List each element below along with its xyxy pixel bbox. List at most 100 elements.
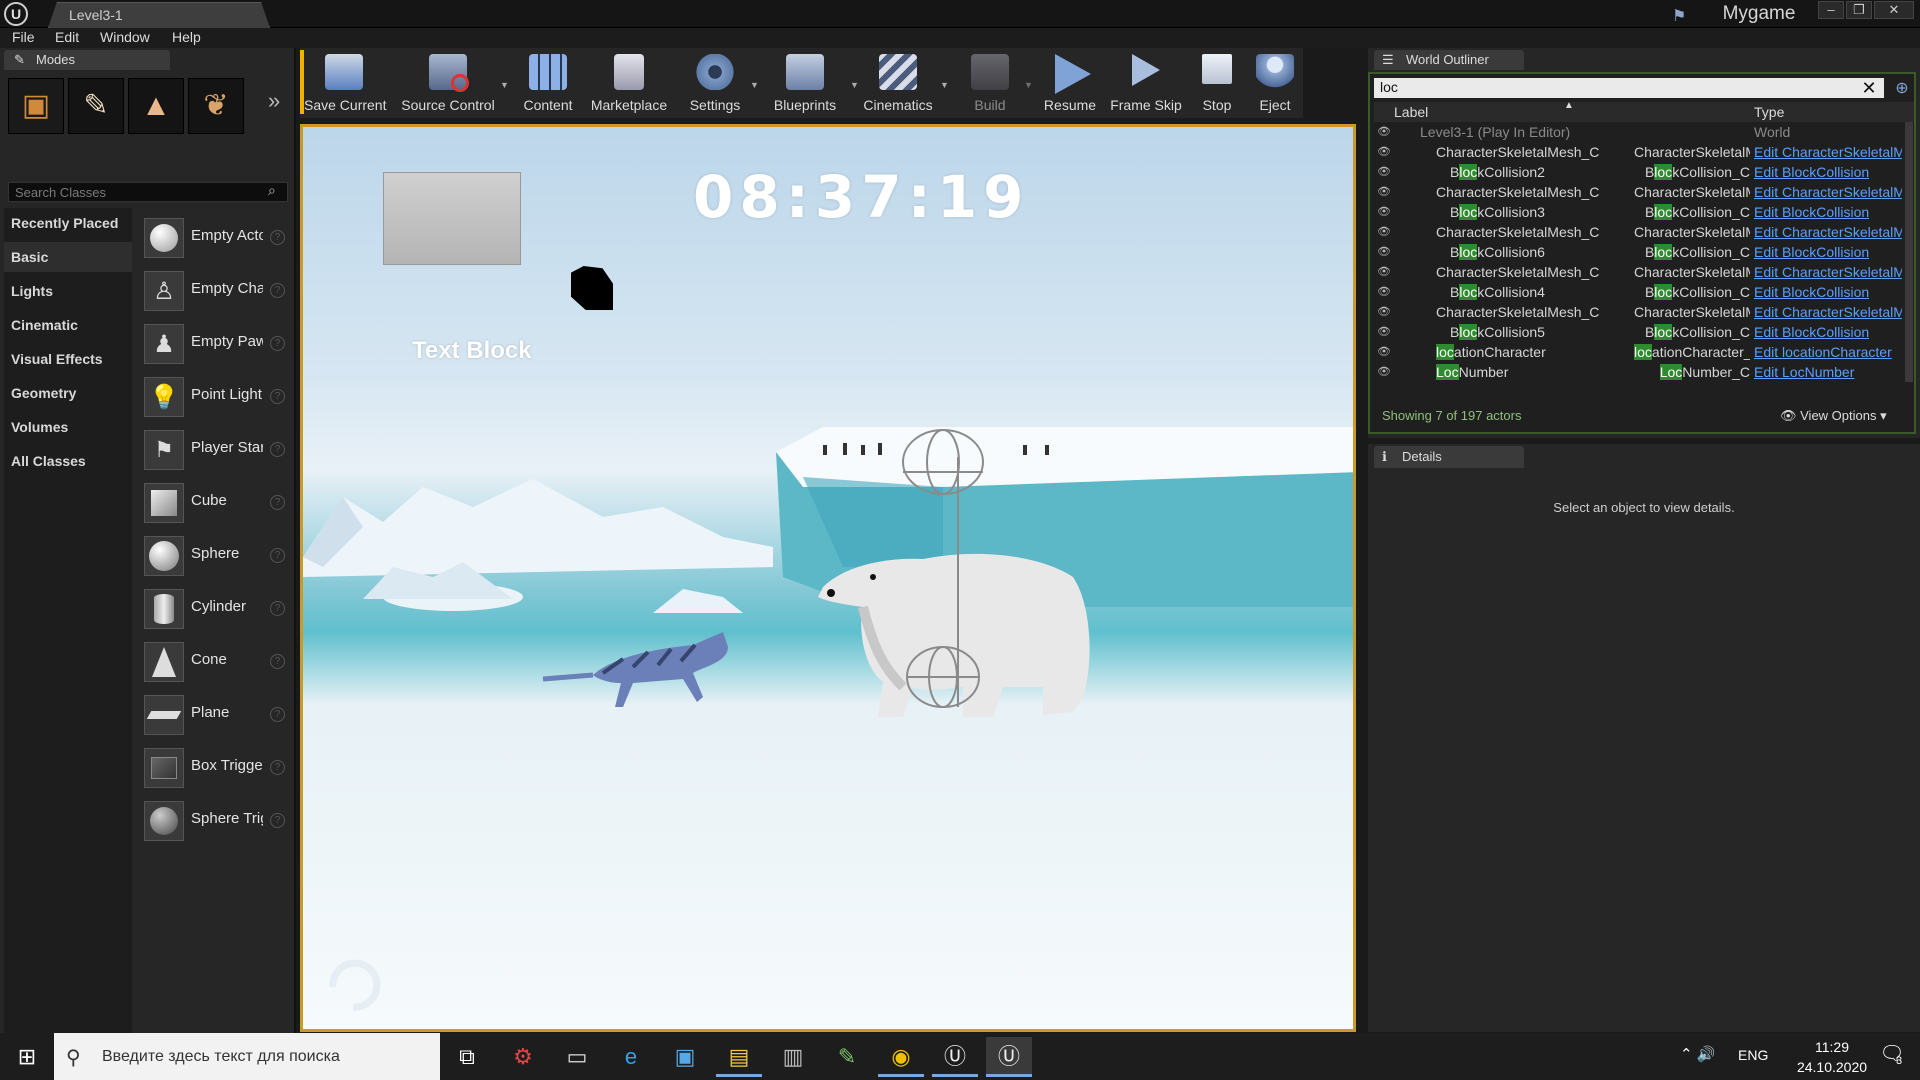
task-view-icon[interactable]: ⧉ [444,1037,490,1077]
menu-file[interactable]: File [12,29,35,45]
class-item[interactable]: 💡 Point Light? [136,373,292,425]
edit-link[interactable]: Edit CharacterSkeletalMesh [1754,184,1902,200]
system-tray[interactable]: ⌃ 🔊 [1680,1045,1715,1063]
eject-button[interactable]: Eject [1250,48,1300,118]
edit-link[interactable]: Edit BlockCollision [1754,284,1902,300]
class-item[interactable]: Cone? [136,638,292,690]
visibility-eye-icon[interactable]: 👁 [1377,245,1393,258]
visibility-eye-icon[interactable]: 👁 [1377,325,1393,338]
terminal-icon[interactable]: ▭ [554,1037,600,1077]
place-mode-button[interactable]: ▣ [8,78,64,134]
frame-skip-button[interactable]: Frame Skip [1108,48,1184,118]
foliage-mode-button[interactable]: ❦ [188,78,244,134]
category-lights[interactable]: Lights [4,276,132,306]
edit-link[interactable]: Edit CharacterSkeletalMesh [1754,224,1902,240]
help-icon[interactable]: ? [270,495,285,510]
mail-app-icon[interactable]: ▣ [662,1037,708,1077]
content-button[interactable]: Content [518,48,578,118]
save-current-button[interactable]: Save Current [304,48,386,118]
table-row[interactable]: 👁 BlockCollision3 BlockCollision_C Edit Blo… [1374,202,1914,222]
world-outliner-tab[interactable]: ☰ World Outliner [1374,50,1524,70]
table-row[interactable]: 👁 CharacterSkeletalMesh_C CharacterSkeleta… [1374,222,1914,242]
view-options-button[interactable]: 👁 View Options ▾ [1780,408,1887,424]
maximize-button[interactable]: ❐ [1846,1,1872,19]
visibility-eye-icon[interactable]: 👁 [1377,225,1393,238]
menu-edit[interactable]: Edit [55,29,79,45]
visibility-eye-icon[interactable]: 👁 [1377,185,1393,198]
help-icon[interactable]: ? [270,230,285,245]
chevron-up-icon[interactable]: ⌃ [1680,1046,1693,1063]
sort-ascending-icon[interactable]: ▲ [1564,100,1574,111]
help-icon[interactable]: ? [270,654,285,669]
chevron-down-icon[interactable]: ▼ [500,80,509,90]
table-row[interactable]: 👁 CharacterSkeletalMesh_C CharacterSkeleta… [1374,262,1914,282]
help-icon[interactable]: ? [270,336,285,351]
chevron-down-icon[interactable]: ▼ [940,80,949,90]
class-item[interactable]: Sphere? [136,532,292,584]
visibility-eye-icon[interactable]: 👁 [1377,305,1393,318]
class-item[interactable]: Box Trigger? [136,744,292,796]
stop-button[interactable]: Stop [1192,48,1242,118]
edit-link[interactable]: Edit LocNumber [1754,364,1902,380]
image-editor-icon[interactable]: ✎ [824,1037,870,1077]
edit-link[interactable]: Edit CharacterSkeletalMesh [1754,144,1902,160]
chevron-down-icon[interactable]: ▼ [1024,80,1033,90]
edit-link[interactable]: Edit CharacterSkeletalMesh [1754,264,1902,280]
chevron-down-icon[interactable]: ▼ [850,80,859,90]
category-volumes[interactable]: Volumes [4,412,132,442]
outliner-search-input[interactable]: loc [1374,78,1884,98]
file-explorer-icon[interactable]: ▤ [716,1037,762,1077]
visibility-eye-icon[interactable]: 👁 [1377,365,1393,378]
clear-search-icon[interactable]: ✕ [1856,78,1882,98]
table-row[interactable]: 👁 LocNumber LocNumber_C Edit LocNumber [1374,362,1914,382]
class-item[interactable]: Plane? [136,691,292,743]
category-geometry[interactable]: Geometry [4,378,132,408]
clock[interactable]: 11:29 24.10.2020 [1790,1037,1874,1077]
menu-window[interactable]: Window [100,29,150,45]
search-classes-input[interactable]: Search Classes [8,182,288,202]
edit-link[interactable]: Edit BlockCollision [1754,164,1902,180]
paint-mode-button[interactable]: ✎ [68,78,124,134]
game-viewport[interactable]: 08:37:19 Text Block [300,124,1356,1032]
help-icon[interactable]: ? [270,760,285,775]
source-control-button[interactable]: Source Control ▼ [398,48,509,118]
category-all-classes[interactable]: All Classes [4,446,132,476]
unreal-logo-icon[interactable]: U [4,2,28,26]
table-row[interactable]: 👁 BlockCollision5 BlockCollision_C Edit Blo… [1374,322,1914,342]
table-row[interactable]: 👁 CharacterSkeletalMesh_C CharacterSkeleta… [1374,182,1914,202]
modes-tab[interactable]: ✎ Modes [4,50,170,70]
edit-link[interactable]: Edit CharacterSkeletalMesh [1754,304,1902,320]
cinematics-button[interactable]: Cinematics ▼ [860,48,949,118]
table-row[interactable]: 👁 BlockCollision2 BlockCollision_C Edit Blo… [1374,162,1914,182]
table-row[interactable]: 👁 BlockCollision4 BlockCollision_C Edit Blo… [1374,282,1914,302]
details-tab[interactable]: ℹ Details [1374,446,1524,468]
class-item[interactable]: ⚑ Player Start? [136,426,292,478]
visibility-eye-icon[interactable]: 👁 [1377,265,1393,278]
unreal-editor-active-icon[interactable]: Ⓤ [986,1037,1032,1077]
help-icon[interactable]: ? [270,813,285,828]
chrome-browser-icon[interactable]: ◉ [878,1037,924,1077]
edit-link[interactable]: Edit BlockCollision [1754,324,1902,340]
more-modes-icon[interactable]: » [268,88,280,114]
class-item[interactable]: ♟ Empty Pawn? [136,320,292,372]
level-tab[interactable]: Level3-1 [48,2,270,28]
visibility-eye-icon[interactable]: 👁 [1377,285,1393,298]
visibility-eye-icon[interactable]: 👁 [1377,205,1393,218]
class-item[interactable]: Cylinder? [136,585,292,637]
blueprints-button[interactable]: Blueprints ▼ [770,48,859,118]
visibility-eye-icon[interactable]: 👁 [1377,145,1393,158]
table-row[interactable]: 👁 locationCharacter locationCharacter_CEdi… [1374,342,1914,362]
settings-button[interactable]: Settings ▼ [680,48,759,118]
unreal-engine-icon[interactable]: Ⓤ [932,1037,978,1077]
visibility-eye-icon[interactable]: 👁 [1377,345,1393,358]
class-item[interactable]: Sphere Trigger? [136,797,292,849]
resume-button[interactable]: Resume [1040,48,1100,118]
help-icon[interactable]: ? [270,442,285,457]
language-indicator[interactable]: ENG [1738,1047,1768,1063]
edit-link[interactable]: Edit locationCharacter [1754,344,1902,360]
class-item[interactable]: Empty Actor? [136,214,292,266]
outliner-row-world[interactable]: 👁 Level3-1 (Play In Editor) World [1374,122,1914,142]
minimize-button[interactable]: – [1818,1,1844,19]
category-visual-effects[interactable]: Visual Effects [4,344,132,374]
class-item[interactable]: ♙ Empty Character? [136,267,292,319]
